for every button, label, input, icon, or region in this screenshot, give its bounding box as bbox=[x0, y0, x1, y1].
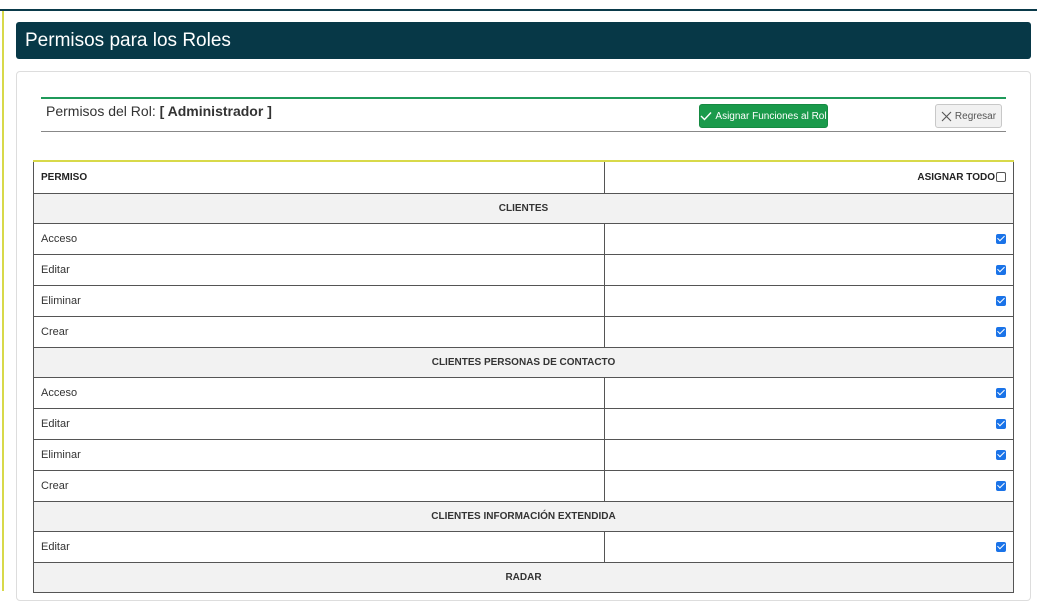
left-accent-border bbox=[2, 11, 4, 591]
close-icon bbox=[941, 111, 952, 121]
permission-label: Editar bbox=[33, 407, 605, 440]
section-title: CLIENTES PERSONAS DE CONTACTO bbox=[33, 346, 1014, 378]
permission-checkbox-cell bbox=[604, 469, 1014, 502]
page-header: Permisos para los Roles bbox=[16, 22, 1031, 59]
permission-checkbox-cell bbox=[604, 407, 1014, 440]
table-header-row: PERMISO ASIGNAR TODO bbox=[33, 160, 1014, 194]
assign-all-label: ASIGNAR TODO bbox=[917, 171, 995, 183]
permission-row: Eliminar bbox=[33, 284, 1014, 317]
permission-checkbox-cell bbox=[604, 438, 1014, 471]
permission-checkbox[interactable] bbox=[996, 541, 1006, 552]
permission-label: Eliminar bbox=[33, 438, 605, 471]
permission-row: Crear bbox=[33, 315, 1014, 348]
permission-label: Editar bbox=[33, 253, 605, 286]
permission-checkbox[interactable] bbox=[996, 326, 1006, 337]
role-name: [ Administrador ] bbox=[159, 103, 272, 119]
back-button[interactable]: Regresar bbox=[935, 104, 1002, 128]
permission-label: Eliminar bbox=[33, 284, 605, 317]
permission-row: Editar bbox=[33, 253, 1014, 286]
permission-checkbox[interactable] bbox=[996, 449, 1006, 460]
permission-checkbox-cell bbox=[604, 284, 1014, 317]
permission-checkbox[interactable] bbox=[996, 418, 1006, 429]
assign-all-checkbox[interactable] bbox=[996, 171, 1006, 182]
role-prefix: Permisos del Rol: bbox=[46, 103, 156, 119]
col-header-asignar-todo: ASIGNAR TODO bbox=[604, 160, 1014, 194]
check-icon bbox=[700, 112, 712, 121]
permission-row: Acceso bbox=[33, 376, 1014, 409]
permission-checkbox[interactable] bbox=[996, 387, 1006, 398]
permission-row: Editar bbox=[33, 530, 1014, 563]
back-label: Regresar bbox=[954, 110, 997, 122]
role-label: Permisos del Rol: [ Administrador ] bbox=[46, 103, 272, 119]
section-row: CLIENTES INFORMACIÓN EXTENDIDA bbox=[33, 500, 1014, 532]
permission-label: Crear bbox=[33, 469, 605, 502]
section-row: CLIENTES PERSONAS DE CONTACTO bbox=[33, 346, 1014, 378]
permission-row: Crear bbox=[33, 469, 1014, 502]
section-row: RADAR bbox=[33, 561, 1014, 593]
section-row: CLIENTES bbox=[33, 192, 1014, 224]
permission-checkbox-cell bbox=[604, 376, 1014, 409]
permission-label: Crear bbox=[33, 315, 605, 348]
section-title: CLIENTES INFORMACIÓN EXTENDIDA bbox=[33, 500, 1014, 532]
permission-row: Editar bbox=[33, 407, 1014, 440]
section-title: CLIENTES bbox=[33, 192, 1014, 224]
page-title: Permisos para los Roles bbox=[25, 30, 231, 51]
permission-checkbox-cell bbox=[604, 315, 1014, 348]
assign-functions-label: Asignar Funciones al Rol bbox=[715, 110, 827, 122]
permission-checkbox-cell bbox=[604, 222, 1014, 255]
top-border bbox=[0, 9, 1037, 11]
permission-checkbox-cell bbox=[604, 253, 1014, 286]
permission-checkbox[interactable] bbox=[996, 233, 1006, 244]
permission-row: Acceso bbox=[33, 222, 1014, 255]
section-title: RADAR bbox=[33, 561, 1014, 593]
role-toolbar: Permisos del Rol: [ Administrador ] Asig… bbox=[41, 97, 1006, 132]
permission-checkbox[interactable] bbox=[996, 295, 1006, 306]
permission-checkbox[interactable] bbox=[996, 480, 1006, 491]
permission-label: Editar bbox=[33, 530, 605, 563]
permission-label: Acceso bbox=[33, 376, 605, 409]
col-header-permiso: PERMISO bbox=[33, 160, 605, 194]
permission-row: Eliminar bbox=[33, 438, 1014, 471]
permissions-table: PERMISO ASIGNAR TODO CLIENTES Acceso Edita… bbox=[33, 160, 1014, 593]
assign-functions-button[interactable]: Asignar Funciones al Rol bbox=[699, 104, 828, 128]
permission-checkbox-cell bbox=[604, 530, 1014, 563]
permission-label: Acceso bbox=[33, 222, 605, 255]
permission-checkbox[interactable] bbox=[996, 264, 1006, 275]
